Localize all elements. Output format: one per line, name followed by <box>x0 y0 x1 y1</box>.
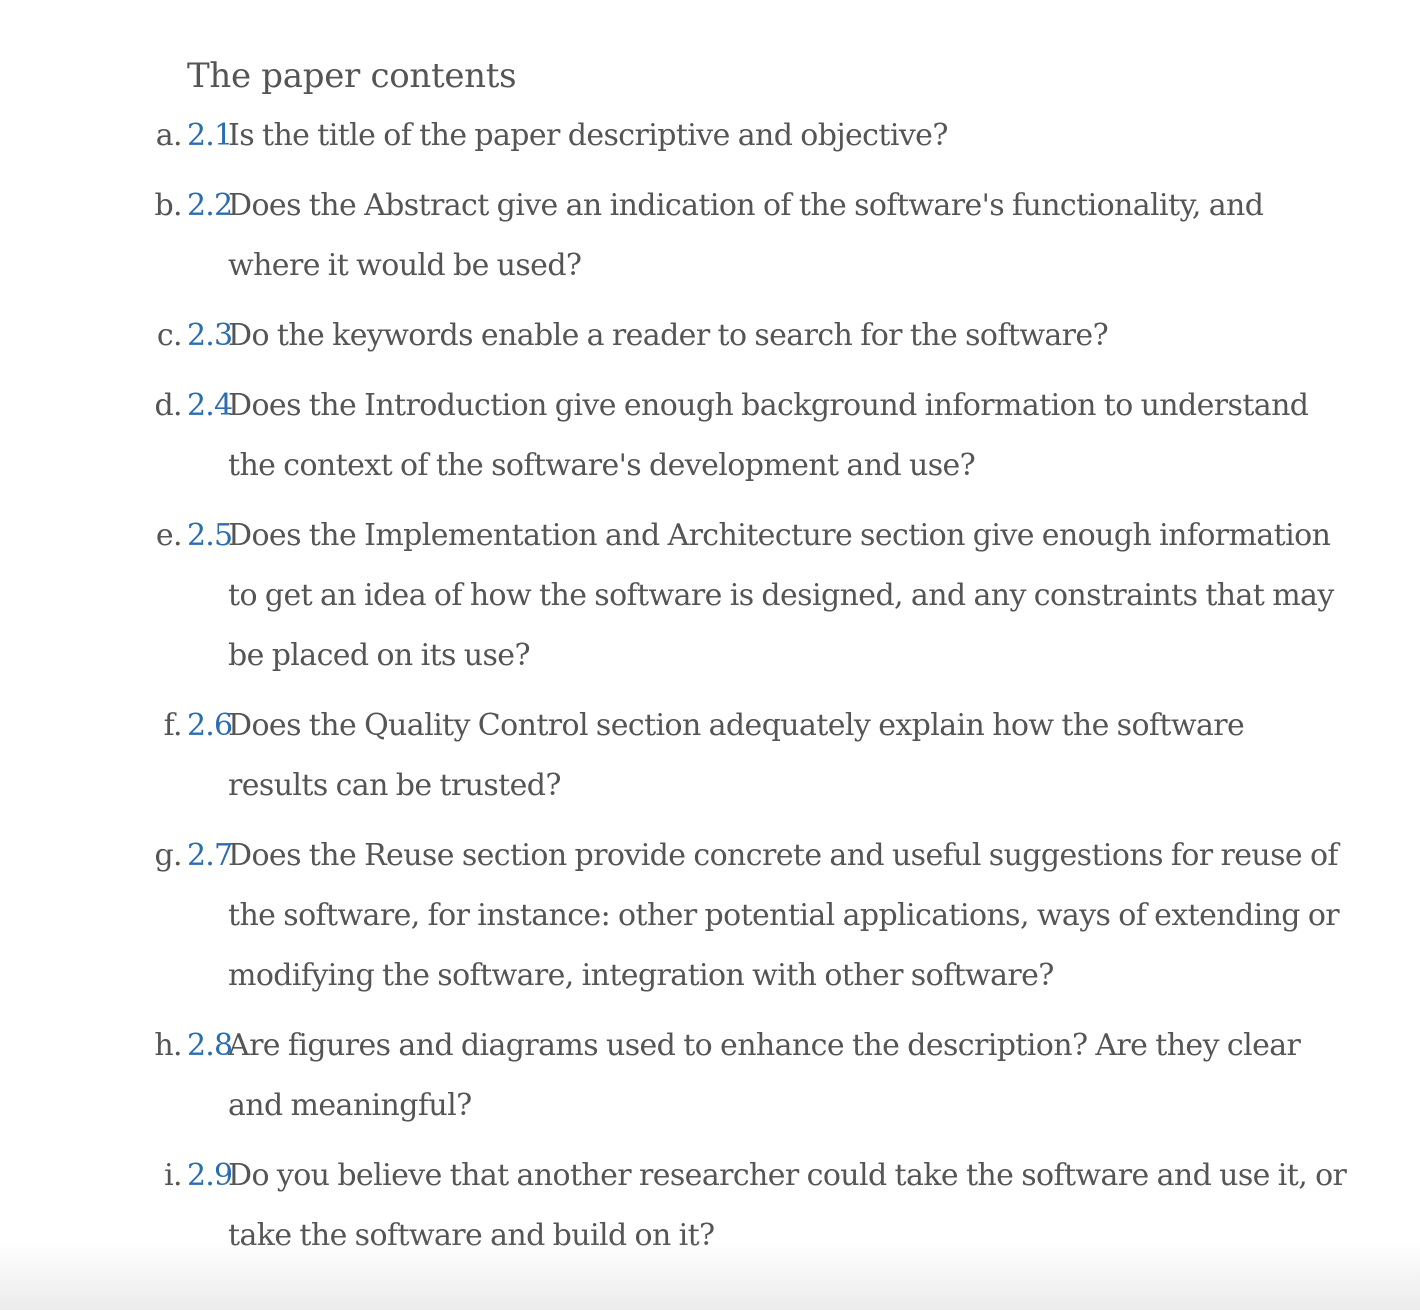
checklist-item: h. 2.8 Are figures and diagrams used to en… <box>0 1016 1420 1136</box>
checklist-item: f. 2.6 Does the Quality Control section ad… <box>0 696 1420 816</box>
list-marker: f. <box>163 708 183 743</box>
list-marker: a. <box>155 118 183 153</box>
section-number-link[interactable]: 2.4 <box>187 376 233 436</box>
list-marker: b. <box>154 188 182 223</box>
checklist-item: i. 2.9 Do you believe that another researc… <box>0 1146 1420 1266</box>
list-marker: e. <box>155 518 183 553</box>
item-text-line: take the software and build on it? <box>228 1218 715 1253</box>
item-text-line: and meaningful? <box>228 1088 472 1123</box>
item-text-line: where it would be used? <box>228 248 582 283</box>
list-marker: i. <box>164 1158 183 1193</box>
checklist-item: g. 2.7 Does the Reuse section provide conc… <box>0 826 1420 1006</box>
item-text-line: Is the title of the paper descriptive an… <box>228 118 948 153</box>
item-text-line: to get an idea of how the software is de… <box>228 578 1334 613</box>
item-text-line: Does the Introduction give enough backgr… <box>228 388 1309 423</box>
item-text-line: Do you believe that another researcher c… <box>228 1158 1347 1193</box>
checklist-item: a. 2.1 Is the title of the paper descripti… <box>0 106 1420 166</box>
item-text-line: Are figures and diagrams used to enhance… <box>228 1028 1301 1063</box>
section-title: The paper contents <box>187 56 517 96</box>
list-marker: h. <box>154 1028 182 1063</box>
item-text-line: modifying the software, integration with… <box>228 958 1054 993</box>
section-number-link[interactable]: 2.5 <box>187 506 233 566</box>
checklist-item: e. 2.5 Does the Implementation and Archite… <box>0 506 1420 686</box>
item-text-line: results can be trusted? <box>228 768 561 803</box>
section-number-link[interactable]: 2.3 <box>187 306 233 366</box>
section-number-link[interactable]: 2.8 <box>187 1016 233 1076</box>
item-text-line: Does the Abstract give an indication of … <box>228 188 1264 223</box>
item-text-line: Does the Reuse section provide concrete … <box>228 838 1339 873</box>
item-text-line: the context of the software's developmen… <box>228 448 976 483</box>
section-number-link[interactable]: 2.6 <box>187 696 233 756</box>
checklist-item: c. 2.3 Do the keywords enable a reader to … <box>0 306 1420 366</box>
section-number-link[interactable]: 2.7 <box>187 826 233 886</box>
item-text-line: be placed on its use? <box>228 638 531 673</box>
checklist-item: b. 2.2 Does the Abstract give an indicatio… <box>0 176 1420 296</box>
section-number-link[interactable]: 2.1 <box>187 106 233 166</box>
checklist: a. 2.1 Is the title of the paper descripti… <box>0 106 1420 1276</box>
checklist-item: d. 2.4 Does the Introduction give enough b… <box>0 376 1420 496</box>
section-number-link[interactable]: 2.9 <box>187 1146 233 1206</box>
list-marker: c. <box>156 318 183 353</box>
item-text-line: Does the Implementation and Architecture… <box>228 518 1331 553</box>
item-text-line: Do the keywords enable a reader to searc… <box>228 318 1109 353</box>
list-marker: g. <box>154 838 182 873</box>
item-text-line: the software, for instance: other potent… <box>228 898 1340 933</box>
list-marker: d. <box>154 388 182 423</box>
item-text-line: Does the Quality Control section adequat… <box>228 708 1245 743</box>
section-number-link[interactable]: 2.2 <box>187 176 233 236</box>
